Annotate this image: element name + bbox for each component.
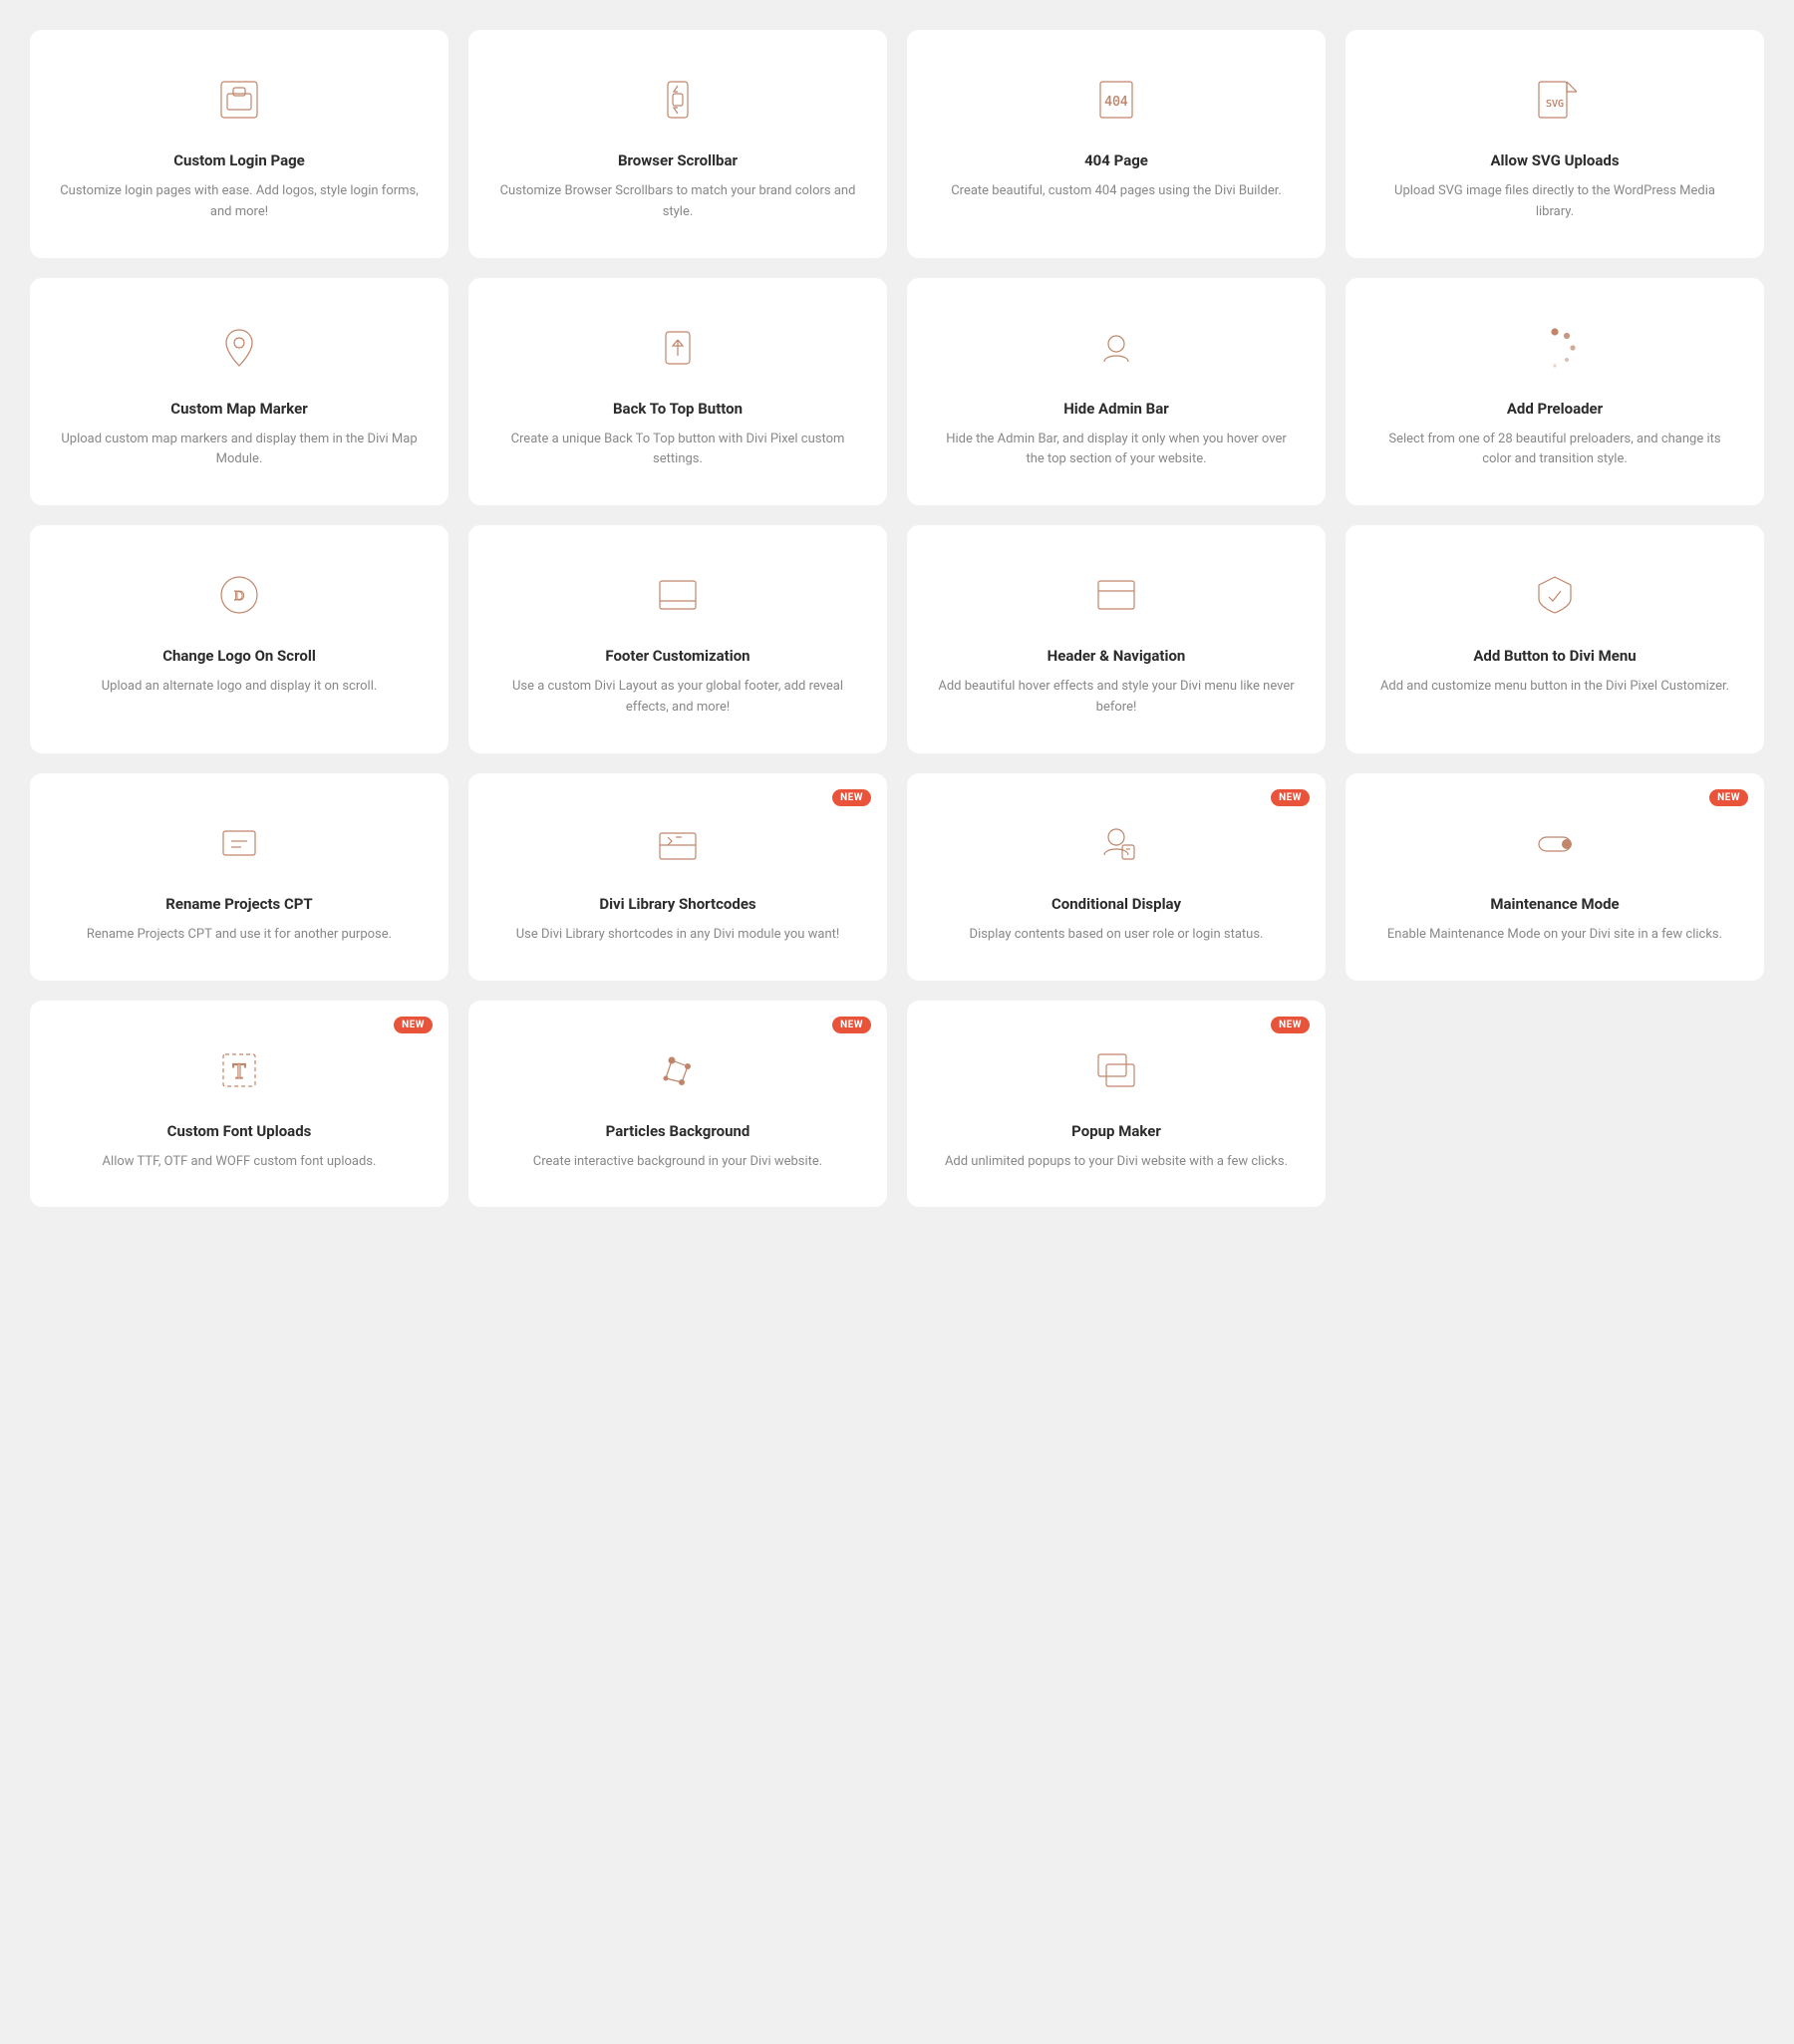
- card-title-allow-svg-uploads: Allow SVG Uploads: [1490, 151, 1619, 169]
- badge-new: NEW: [832, 789, 871, 806]
- card-desc-rename-projects-cpt: Rename Projects CPT and use it for anoth…: [87, 925, 392, 946]
- card-title-custom-font-uploads: Custom Font Uploads: [167, 1122, 312, 1140]
- rename-cpt-icon: [209, 813, 269, 873]
- conditional-icon: [1086, 813, 1146, 873]
- badge-new: NEW: [1709, 789, 1748, 806]
- card-title-rename-projects-cpt: Rename Projects CPT: [165, 895, 312, 913]
- card-desc-header-navigation: Add beautiful hover effects and style yo…: [937, 677, 1296, 719]
- card-desc-popup-maker: Add unlimited popups to your Divi websit…: [945, 1152, 1288, 1173]
- card-desc-change-logo-on-scroll: Upload an alternate logo and display it …: [102, 677, 378, 698]
- svg-text:SVG: SVG: [1546, 99, 1564, 110]
- card-allow-svg-uploads[interactable]: SVG Allow SVG Uploads Upload SVG image f…: [1346, 30, 1764, 258]
- card-title-custom-login-page: Custom Login Page: [173, 151, 305, 169]
- card-particles-background[interactable]: NEW Particles Background Create interact…: [468, 1001, 887, 1208]
- card-footer-customization[interactable]: Footer Customization Use a custom Divi L…: [468, 525, 887, 753]
- card-title-custom-map-marker: Custom Map Marker: [170, 400, 307, 418]
- logo-scroll-icon: D: [209, 565, 269, 625]
- svg-text:T: T: [232, 1058, 246, 1083]
- card-desc-404-page: Create beautiful, custom 404 pages using…: [951, 181, 1282, 202]
- card-desc-allow-svg-uploads: Upload SVG image files directly to the W…: [1375, 181, 1734, 223]
- card-title-particles-background: Particles Background: [606, 1122, 750, 1140]
- card-custom-login-page[interactable]: Custom Login Page Customize login pages …: [30, 30, 448, 258]
- card-custom-map-marker[interactable]: Custom Map Marker Upload custom map mark…: [30, 278, 448, 506]
- preloader-icon: [1525, 318, 1585, 378]
- map-marker-icon: [209, 318, 269, 378]
- card-desc-hide-admin-bar: Hide the Admin Bar, and display it only …: [937, 430, 1296, 471]
- feature-grid: Custom Login Page Customize login pages …: [30, 30, 1764, 1207]
- 404-icon: 404: [1086, 70, 1146, 130]
- card-add-preloader[interactable]: Add Preloader Select from one of 28 beau…: [1346, 278, 1764, 506]
- card-404-page[interactable]: 404 404 Page Create beautiful, custom 40…: [907, 30, 1326, 258]
- card-maintenance-mode[interactable]: NEW Maintenance Mode Enable Maintenance …: [1346, 773, 1764, 981]
- card-rename-projects-cpt[interactable]: Rename Projects CPT Rename Projects CPT …: [30, 773, 448, 981]
- card-desc-conditional-display: Display contents based on user role or l…: [970, 925, 1264, 946]
- card-header-navigation[interactable]: Header & Navigation Add beautiful hover …: [907, 525, 1326, 753]
- card-conditional-display[interactable]: NEW Conditional Display Display contents…: [907, 773, 1326, 981]
- card-title-404-page: 404 Page: [1084, 151, 1148, 169]
- card-title-footer-customization: Footer Customization: [605, 647, 749, 665]
- card-change-logo-on-scroll[interactable]: D Change Logo On Scroll Upload an altern…: [30, 525, 448, 753]
- svg-text:404: 404: [1104, 95, 1128, 110]
- card-hide-admin-bar[interactable]: Hide Admin Bar Hide the Admin Bar, and d…: [907, 278, 1326, 506]
- shortcodes-icon: [648, 813, 708, 873]
- badge-new: NEW: [394, 1017, 433, 1033]
- card-title-header-navigation: Header & Navigation: [1047, 647, 1186, 665]
- hide-admin-icon: [1086, 318, 1146, 378]
- card-title-browser-scrollbar: Browser Scrollbar: [618, 151, 738, 169]
- footer-icon: [648, 565, 708, 625]
- card-divi-library-shortcodes[interactable]: NEW Divi Library Shortcodes Use Divi Lib…: [468, 773, 887, 981]
- maintenance-icon: [1525, 813, 1585, 873]
- card-title-popup-maker: Popup Maker: [1071, 1122, 1161, 1140]
- card-desc-browser-scrollbar: Customize Browser Scrollbars to match yo…: [498, 181, 857, 223]
- card-custom-font-uploads[interactable]: NEW T Custom Font Uploads Allow TTF, OTF…: [30, 1001, 448, 1208]
- back-to-top-icon: [648, 318, 708, 378]
- card-title-maintenance-mode: Maintenance Mode: [1490, 895, 1619, 913]
- svg-icon: SVG: [1525, 70, 1585, 130]
- popup-icon: [1086, 1040, 1146, 1100]
- card-title-hide-admin-bar: Hide Admin Bar: [1063, 400, 1169, 418]
- badge-new: NEW: [1271, 789, 1310, 806]
- card-desc-maintenance-mode: Enable Maintenance Mode on your Divi sit…: [1387, 925, 1722, 946]
- fonts-icon: T: [209, 1040, 269, 1100]
- card-desc-particles-background: Create interactive background in your Di…: [533, 1152, 823, 1173]
- badge-new: NEW: [1271, 1017, 1310, 1033]
- card-desc-footer-customization: Use a custom Divi Layout as your global …: [498, 677, 857, 719]
- card-title-back-to-top-button: Back To Top Button: [613, 400, 743, 418]
- card-title-divi-library-shortcodes: Divi Library Shortcodes: [599, 895, 755, 913]
- card-desc-custom-font-uploads: Allow TTF, OTF and WOFF custom font uplo…: [103, 1152, 377, 1173]
- particles-icon: [648, 1040, 708, 1100]
- svg-text:D: D: [234, 589, 244, 604]
- login-icon: [209, 70, 269, 130]
- card-add-button-to-divi-menu[interactable]: Add Button to Divi Menu Add and customiz…: [1346, 525, 1764, 753]
- card-popup-maker[interactable]: NEW Popup Maker Add unlimited popups to …: [907, 1001, 1326, 1208]
- card-title-change-logo-on-scroll: Change Logo On Scroll: [162, 647, 316, 665]
- card-desc-add-preloader: Select from one of 28 beautiful preloade…: [1375, 430, 1734, 471]
- card-desc-divi-library-shortcodes: Use Divi Library shortcodes in any Divi …: [516, 925, 840, 946]
- card-desc-custom-map-marker: Upload custom map markers and display th…: [60, 430, 419, 471]
- menu-button-icon: [1525, 565, 1585, 625]
- card-back-to-top-button[interactable]: Back To Top Button Create a unique Back …: [468, 278, 887, 506]
- card-desc-add-button-to-divi-menu: Add and customize menu button in the Div…: [1380, 677, 1729, 698]
- card-title-add-button-to-divi-menu: Add Button to Divi Menu: [1473, 647, 1636, 665]
- card-desc-custom-login-page: Customize login pages with ease. Add log…: [60, 181, 419, 223]
- header-nav-icon: [1086, 565, 1146, 625]
- card-browser-scrollbar[interactable]: Browser Scrollbar Customize Browser Scro…: [468, 30, 887, 258]
- card-title-conditional-display: Conditional Display: [1051, 895, 1181, 913]
- card-title-add-preloader: Add Preloader: [1507, 400, 1603, 418]
- card-desc-back-to-top-button: Create a unique Back To Top button with …: [498, 430, 857, 471]
- badge-new: NEW: [832, 1017, 871, 1033]
- scrollbar-icon: [648, 70, 708, 130]
